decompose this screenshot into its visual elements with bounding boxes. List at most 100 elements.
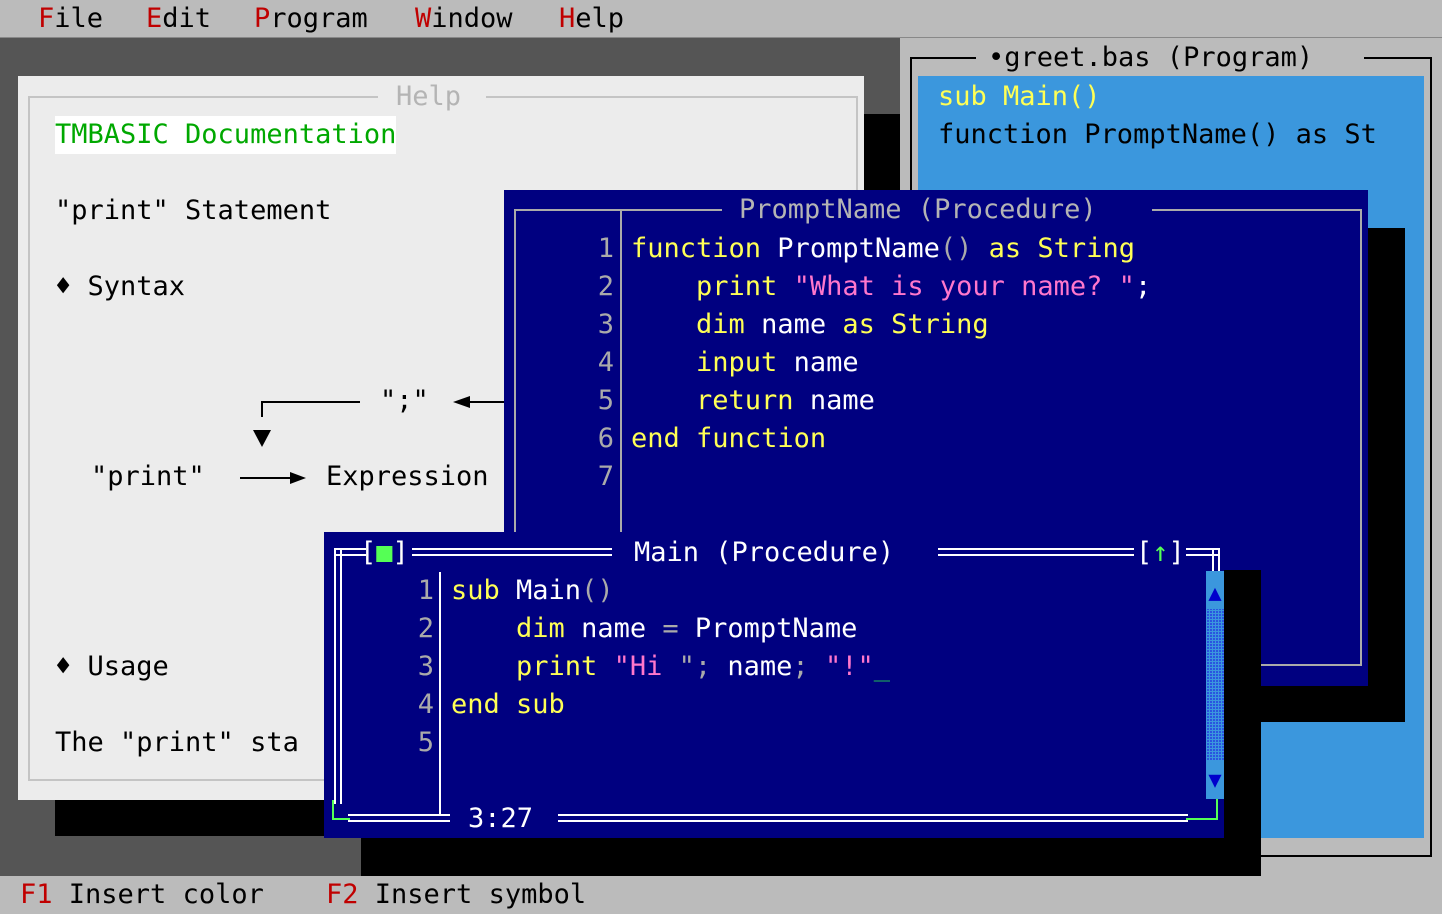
code-line[interactable]: 6 end function — [504, 420, 1354, 458]
token-pun: () — [939, 233, 973, 264]
line-number: 6 — [597, 423, 614, 454]
token-pun: () — [581, 575, 614, 606]
status-insert-symbol[interactable]: F2 Insert symbol — [326, 876, 586, 914]
code-line[interactable]: 2 print "What is your name? "; — [504, 268, 1354, 306]
frame-bottom-left — [348, 814, 450, 822]
frame-top-mid-right — [938, 548, 1134, 556]
token-id: ; — [1134, 271, 1152, 302]
menu-hotkey: P — [254, 3, 271, 34]
code-line[interactable]: 3 dim name as String — [504, 306, 1354, 344]
status-label: Insert symbol — [374, 879, 587, 910]
line-number: 5 — [417, 727, 434, 758]
line-number: 1 — [597, 233, 614, 264]
menu-label: indow — [431, 3, 513, 34]
token-kw: as — [988, 233, 1022, 264]
code-text: print "Hi "; name; "!"_ — [451, 648, 890, 686]
menu-help[interactable]: Help — [559, 0, 624, 38]
token-id: name — [793, 385, 875, 416]
token-id: name — [777, 347, 859, 378]
token-id — [451, 651, 516, 682]
token-id — [972, 233, 988, 264]
zoom-icon: ↑ — [1152, 537, 1169, 568]
token-kw: function — [696, 423, 827, 454]
documentation-link[interactable]: TMBASIC Documentation — [55, 116, 397, 154]
resize-corner-left — [332, 818, 350, 820]
down-arrow-icon — [253, 430, 271, 447]
token-id: PromptName — [678, 613, 858, 644]
menu-window[interactable]: Window — [415, 0, 513, 38]
code-line[interactable]: 5 return name — [504, 382, 1354, 420]
token-id: PromptName — [761, 233, 940, 264]
token-id — [809, 651, 825, 682]
status-bar: F1 Insert color F2 Insert symbol — [0, 876, 1442, 914]
menu-edit[interactable]: Edit — [146, 0, 211, 38]
menu-label: elp — [575, 3, 625, 34]
line-number: 2 — [417, 613, 434, 644]
line-number: 5 — [597, 385, 614, 416]
line-number: 7 — [597, 461, 614, 492]
menu-hotkey: W — [415, 3, 432, 34]
main-code-editor[interactable]: 1 sub Main() 2 dim name = PromptName 3 prin… — [324, 572, 1204, 802]
close-icon: ■ — [376, 537, 393, 568]
code-line[interactable]: 4 end sub — [324, 686, 1204, 724]
scroll-up-icon[interactable]: ▲ — [1206, 575, 1224, 613]
token-id — [631, 309, 696, 340]
line-number: 3 — [417, 651, 434, 682]
token-kw: function — [631, 233, 762, 264]
loop-back-line — [261, 401, 360, 417]
line-number: 4 — [417, 689, 434, 720]
menu-hotkey: E — [146, 3, 163, 34]
menu-file[interactable]: File — [38, 0, 103, 38]
token-kw: as — [842, 309, 875, 340]
code-text: return name — [631, 382, 875, 420]
token-kw: String — [891, 309, 989, 340]
scroll-down-icon[interactable]: ▼ — [1206, 762, 1224, 800]
token-id — [680, 423, 696, 454]
program-item-main[interactable]: sub Main() — [938, 78, 1101, 116]
token-pun: ; — [792, 651, 809, 682]
close-button[interactable]: [■] — [360, 534, 409, 572]
menu-label: ile — [54, 3, 104, 34]
line-number: 1 — [417, 575, 434, 606]
menu-program[interactable]: Program — [254, 0, 368, 38]
resize-grip[interactable] — [1186, 818, 1218, 820]
scrollbar-track[interactable] — [1206, 609, 1224, 761]
token-str: "What is your name? " — [793, 271, 1135, 302]
token-id — [875, 309, 891, 340]
code-line[interactable]: 1 function PromptName() as String — [504, 230, 1354, 268]
promptname-code-editor[interactable]: 1 function PromptName() as String 2 print … — [504, 230, 1354, 500]
resize-grip — [1216, 798, 1218, 820]
token-id: Main — [499, 575, 582, 606]
token-id — [1021, 233, 1037, 264]
token-kw: input — [696, 347, 778, 378]
fkey-label: F2 — [326, 879, 359, 910]
code-text: input name — [631, 344, 859, 382]
code-line[interactable]: 7 — [504, 458, 1354, 496]
token-pun: ; — [694, 651, 712, 682]
program-item-promptname[interactable]: function PromptName() as St — [938, 116, 1377, 154]
resize-corner-left[interactable] — [332, 800, 334, 820]
menu-hotkey: F — [38, 3, 55, 34]
help-window-title: Help — [396, 81, 462, 112]
token-kw: end — [451, 689, 500, 720]
token-id: name — [564, 613, 663, 644]
token-pun: = — [662, 613, 679, 644]
token-kw: print — [696, 271, 778, 302]
help-heading: "print" Statement — [55, 195, 332, 226]
code-line[interactable]: 4 input name — [504, 344, 1354, 382]
code-line[interactable]: 3 print "Hi "; name; "!"_ — [324, 648, 1204, 686]
cursor-position: 3:27 — [468, 803, 534, 834]
frame-bottom-right — [558, 814, 1188, 822]
status-insert-color[interactable]: F1 Insert color — [20, 876, 264, 914]
code-line[interactable]: 1 sub Main() — [324, 572, 1204, 610]
code-line[interactable]: 5 — [324, 724, 1204, 762]
token-id — [451, 613, 516, 644]
zoom-button[interactable]: [↑] — [1136, 534, 1185, 572]
token-id: name — [711, 651, 793, 682]
token-kw: sub — [516, 689, 565, 720]
code-line[interactable]: 2 dim name = PromptName — [324, 610, 1204, 648]
program-window-title: •greet.bas (Program) — [988, 42, 1314, 73]
code-text: end function — [631, 420, 826, 458]
promptname-window-title: PromptName (Procedure) — [739, 194, 1097, 225]
token-kw: dim — [516, 613, 565, 644]
